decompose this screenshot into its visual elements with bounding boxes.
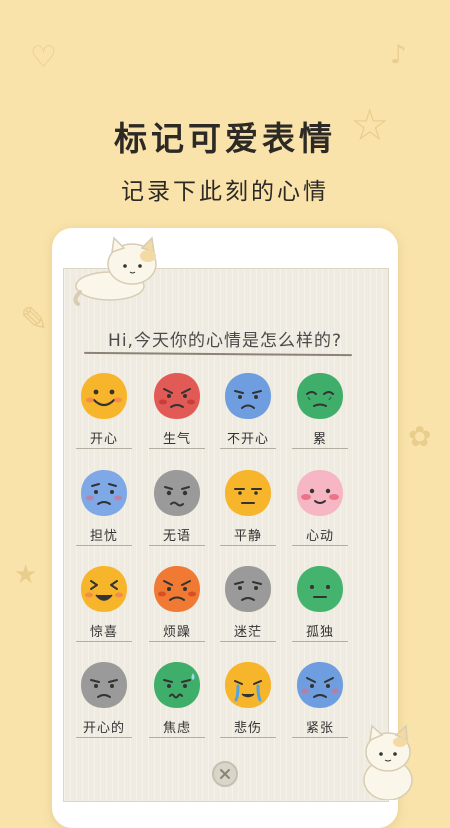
cat-mascot-top-icon (73, 236, 157, 306)
crying-face-icon (225, 662, 271, 708)
close-button[interactable] (212, 761, 238, 787)
page-title: 标记可爱表情 (114, 119, 336, 158)
background-doodle-flower: ✿ (408, 420, 432, 453)
mood-label: 心动 (305, 529, 334, 544)
mood-label-underline (220, 545, 276, 546)
unhappy-face-icon (225, 373, 271, 419)
mood-option[interactable]: 烦躁 (137, 563, 217, 653)
mood-label-underline (149, 641, 205, 642)
confused-face-icon (225, 566, 271, 612)
irritated-face-icon (154, 566, 200, 612)
mood-label-underline (76, 545, 132, 546)
mood-label-underline (149, 737, 205, 738)
mood-option[interactable]: 孤独 (280, 563, 360, 653)
anxious-face-icon (154, 662, 200, 708)
mood-label: 无语 (162, 529, 191, 544)
mood-label-underline (76, 448, 132, 449)
background-doodle-star-small: ★ (14, 560, 38, 590)
speechless-face-icon (154, 470, 200, 516)
mood-label: 开心 (89, 432, 118, 447)
mood-label: 烦躁 (162, 625, 191, 640)
close-icon (220, 769, 230, 779)
mood-label-underline (76, 641, 132, 642)
angry-face-icon (154, 373, 200, 419)
mood-label: 迷茫 (233, 625, 262, 640)
mood-label: 担忧 (89, 529, 118, 544)
mood-option[interactable]: 心动 (280, 467, 360, 557)
mood-label-underline (292, 641, 348, 642)
sad-smile-face-icon (81, 662, 127, 708)
crush-face-icon (297, 470, 343, 516)
mood-label: 累 (312, 432, 327, 447)
cat-mascot-bottom-icon (363, 724, 413, 800)
background-doodle-swirl: ✎ (20, 300, 49, 340)
mood-label: 焦虑 (162, 721, 191, 736)
mood-option[interactable]: 惊喜 (64, 563, 144, 653)
mood-question: Hi,今天你的心情是怎么样的? (108, 331, 342, 351)
mood-label-underline (220, 641, 276, 642)
mood-label-underline (292, 737, 348, 738)
mood-option[interactable]: 焦虑 (137, 659, 217, 749)
nervous-face-icon (297, 662, 343, 708)
mood-label: 紧张 (305, 721, 334, 736)
lonely-face-icon (297, 566, 343, 612)
mood-label-underline (292, 448, 348, 449)
mood-option[interactable]: 无语 (137, 467, 217, 557)
mood-option[interactable]: 担忧 (64, 467, 144, 557)
mood-label-underline (292, 545, 348, 546)
mood-label-underline (220, 737, 276, 738)
page-subtitle: 记录下此刻的心情 (121, 179, 329, 205)
background-doodle-note: ♪ (390, 40, 407, 70)
surprised-face-icon (81, 566, 127, 612)
tired-face-icon (297, 373, 343, 419)
mood-option[interactable]: 生气 (137, 370, 217, 460)
happy-face-icon (81, 373, 127, 419)
mood-label: 孤独 (305, 625, 334, 640)
mood-label-underline (149, 448, 205, 449)
calm-face-icon (225, 470, 271, 516)
mood-option[interactable]: 平静 (208, 467, 288, 557)
mood-option[interactable]: 开心 (64, 370, 144, 460)
mood-label: 悲伤 (233, 721, 262, 736)
mood-option[interactable]: 开心的 (64, 659, 144, 749)
mood-label: 惊喜 (89, 625, 118, 640)
mood-label: 开心的 (82, 721, 125, 736)
background-doodle-heart: ♡ (30, 40, 57, 75)
mood-option[interactable]: 紧张 (280, 659, 360, 749)
worried-face-icon (81, 470, 127, 516)
mood-option[interactable]: 不开心 (208, 370, 288, 460)
mood-option[interactable]: 累 (280, 370, 360, 460)
mood-label: 生气 (162, 432, 191, 447)
mood-label-underline (149, 545, 205, 546)
mood-label: 平静 (233, 529, 262, 544)
mood-option[interactable]: 迷茫 (208, 563, 288, 653)
mood-label-underline (76, 737, 132, 738)
mood-label: 不开心 (226, 432, 269, 447)
mood-option[interactable]: 悲伤 (208, 659, 288, 749)
mood-label-underline (220, 448, 276, 449)
